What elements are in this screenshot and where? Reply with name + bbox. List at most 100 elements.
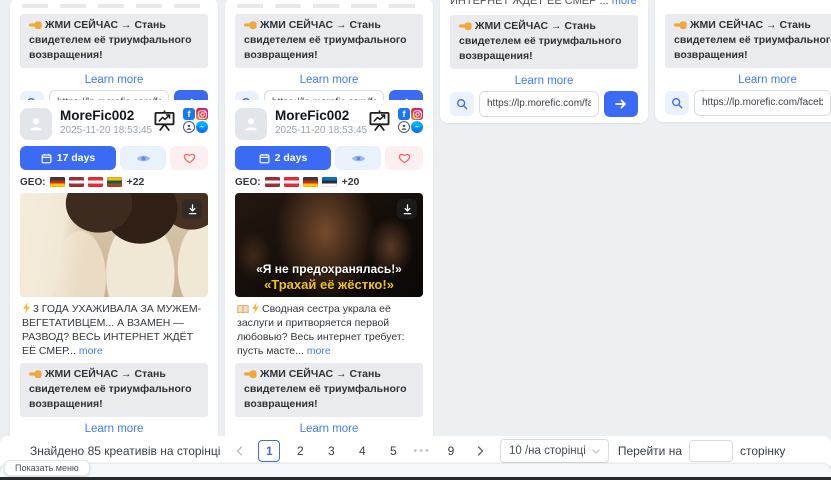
- ad-spy-feed-page: ЖМИ СЕЙЧАС → Стань свидетелем её триумфа…: [0, 0, 831, 480]
- open-url-button[interactable]: [604, 91, 638, 117]
- cta-text: ЖМИ СЕЙЧАС → Стань свидетелем её триумфа…: [459, 20, 622, 62]
- lightning-icon: [22, 302, 31, 314]
- advertiser-meta: MoreFic002 2025-11-20 18:53:45: [275, 108, 368, 137]
- cta-text: ЖМИ СЕЙЧАС → Стань свидетелем её триумфа…: [244, 19, 407, 61]
- more-link[interactable]: more: [612, 0, 637, 7]
- image-caption: «Я не предохранялась!» «Трахай её жёстко…: [235, 262, 423, 293]
- geo-more-count[interactable]: +20: [342, 176, 360, 188]
- geo-flag: [69, 177, 84, 187]
- download-image-button[interactable]: [397, 199, 417, 219]
- cta-banner: ЖМИ СЕЙЧАС → Стань свидетелем её триумфа…: [665, 14, 831, 68]
- cta-text: ЖМИ СЕЙЧАС → Стань свидетелем её триумфа…: [674, 19, 831, 61]
- url-row: [665, 90, 831, 116]
- more-link[interactable]: more: [307, 345, 331, 357]
- ad-card-partial-3: ИНТЕРНЕТ ЖДЁТ ЕЁ СМЕР ... more ЖМИ СЕЙЧА…: [440, 0, 648, 123]
- page-button-4[interactable]: 4: [351, 440, 373, 462]
- learn-more-link[interactable]: Learn more: [235, 422, 423, 436]
- landing-url-input[interactable]: [694, 90, 831, 116]
- clipped-area: [665, 0, 831, 14]
- search-button[interactable]: [665, 91, 689, 115]
- page-button-5[interactable]: 5: [382, 440, 404, 462]
- cta-text: ЖМИ СЕЙЧАС → Стань свидетелем её триумфа…: [29, 19, 192, 61]
- pagination-bar: Знайдено 85 креативів на сторінці 1 2 3 …: [0, 436, 831, 466]
- card-actions: 17 days: [20, 146, 208, 170]
- ad-text: 3 ГОДА УХАЖИВАЛА ЗА МУЖЕМ-ВЕГЕТАТИВЦЕМ..…: [22, 302, 206, 358]
- pointing-hand-icon: [459, 21, 472, 31]
- goto-suffix-label: сторінку: [740, 444, 785, 458]
- ad-card-2: MoreFic002 2025-11-20 18:53:45 f 2 days …: [225, 100, 433, 473]
- creative-image[interactable]: «Я не предохранялась!» «Трахай её жёстко…: [235, 193, 423, 297]
- days-active-label: 17 days: [57, 152, 96, 164]
- audience-network-icon: [183, 121, 195, 133]
- card-header: MoreFic002 2025-11-20 18:53:45 f: [20, 108, 208, 140]
- days-active-label: 2 days: [275, 152, 308, 164]
- page-button-1[interactable]: 1: [258, 440, 280, 462]
- goto-prefix-label: Перейти на: [618, 444, 682, 458]
- favorite-button[interactable]: [385, 146, 423, 170]
- geo-flag: [50, 177, 65, 187]
- messenger-icon: [196, 121, 208, 133]
- learn-more-link[interactable]: Learn more: [235, 73, 423, 87]
- advertiser-name: MoreFic002: [275, 108, 368, 124]
- cta-banner: ЖМИ СЕЙЧАС → Стань свидетелем её триумфа…: [235, 363, 423, 417]
- days-active-button[interactable]: 2 days: [235, 146, 331, 170]
- page-size-select[interactable]: 10 /на сторінці: [500, 439, 609, 463]
- views-button[interactable]: [120, 146, 166, 170]
- card-actions: 2 days: [235, 146, 423, 170]
- learn-more-link[interactable]: Learn more: [20, 73, 208, 87]
- more-link[interactable]: more: [79, 345, 103, 357]
- collapsed-bottom-sheet[interactable]: [0, 464, 831, 477]
- pagination-ellipsis[interactable]: •••: [413, 445, 431, 457]
- goto-page-control: Перейти на сторінку: [618, 440, 786, 462]
- ad-card-partial-4: ЖМИ СЕЙЧАС → Стань свидетелем её триумфа…: [655, 0, 831, 122]
- creative-image[interactable]: [20, 193, 208, 297]
- pointing-hand-icon: [244, 369, 257, 379]
- landing-url-input[interactable]: [479, 91, 599, 117]
- chevron-down-icon: [592, 449, 600, 454]
- url-row: [450, 91, 638, 117]
- facebook-icon: f: [183, 108, 195, 120]
- pointing-hand-icon: [29, 369, 42, 379]
- advertiser-name: MoreFic002: [60, 108, 153, 124]
- pointing-hand-icon: [244, 20, 257, 30]
- views-button[interactable]: [335, 146, 381, 170]
- download-image-button[interactable]: [182, 199, 202, 219]
- next-page-button[interactable]: [471, 440, 491, 462]
- geo-flag: [284, 177, 299, 187]
- page-button-last[interactable]: 9: [440, 440, 462, 462]
- cta-banner: ЖМИ СЕЙЧАС → Стань свидетелем её триумфа…: [20, 363, 208, 417]
- advertiser-avatar: [235, 108, 267, 140]
- messenger-icon: [411, 121, 423, 133]
- lightning-icon: [251, 302, 260, 314]
- ad-text-tail: ИНТЕРНЕТ ЖДЁТ ЕЁ СМЕР ...: [450, 0, 609, 7]
- presentation-chart-icon[interactable]: [153, 110, 176, 131]
- learn-more-link[interactable]: Learn more: [665, 73, 831, 87]
- creative-datetime: 2025-11-20 18:53:45: [275, 124, 368, 137]
- image-caption-line1: «Я не предохранялась!»: [235, 262, 423, 277]
- prev-page-button[interactable]: [229, 440, 249, 462]
- page-button-2[interactable]: 2: [289, 440, 311, 462]
- goto-page-input[interactable]: [689, 440, 733, 462]
- search-button[interactable]: [450, 92, 474, 116]
- ad-text: Сводная сестра украла её заслуги и притв…: [237, 302, 421, 358]
- pointing-hand-icon: [674, 20, 687, 30]
- geo-flag: [303, 177, 318, 187]
- geo-more-count[interactable]: +22: [127, 176, 145, 188]
- image-caption-line2: «Трахай её жёстко!»: [235, 277, 423, 293]
- show-menu-button[interactable]: Показать меню: [4, 460, 90, 476]
- presentation-chart-icon[interactable]: [368, 110, 391, 131]
- page-button-3[interactable]: 3: [320, 440, 342, 462]
- ad-card-1: MoreFic002 2025-11-20 18:53:45 f 17 days…: [10, 100, 218, 473]
- header-icons: f: [368, 108, 423, 133]
- cta-text: ЖМИ СЕЙЧАС → Стань свидетелем её триумфа…: [29, 368, 192, 410]
- learn-more-link[interactable]: Learn more: [450, 74, 638, 88]
- days-active-button[interactable]: 17 days: [20, 146, 116, 170]
- creative-datetime: 2025-11-20 18:53:45: [60, 124, 153, 137]
- clipped-text-remnant: [237, 4, 421, 8]
- page-size-value: 10 /на сторінці: [509, 445, 586, 457]
- learn-more-link[interactable]: Learn more: [20, 422, 208, 436]
- cta-text: ЖМИ СЕЙЧАС → Стань свидетелем её триумфа…: [244, 368, 407, 410]
- ad-text-clipped: ИНТЕРНЕТ ЖДЁТ ЕЁ СМЕР ... more: [450, 0, 638, 9]
- favorite-button[interactable]: [170, 146, 208, 170]
- cta-banner: ЖМИ СЕЙЧАС → Стань свидетелем её триумфа…: [20, 14, 208, 68]
